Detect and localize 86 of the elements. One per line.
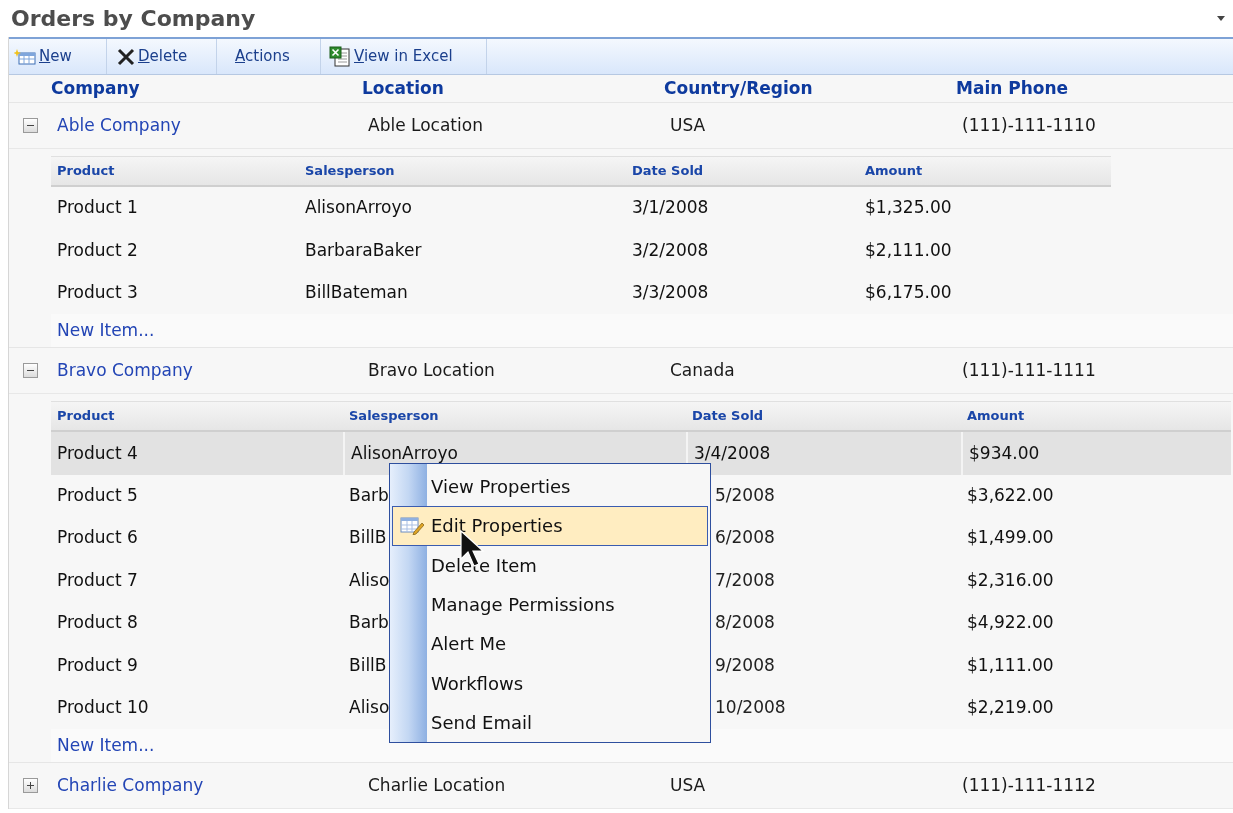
menu-item[interactable]: Workflows	[392, 663, 708, 703]
menu-item[interactable]: Edit Properties	[392, 506, 708, 546]
company-link[interactable]: Able Company	[51, 112, 362, 139]
table-cell-text: 9/2008	[715, 653, 775, 677]
menu-item[interactable]: Send Email	[392, 702, 708, 742]
table-cell-text: Product 1	[57, 196, 138, 220]
table-cell-text: Aliso	[349, 568, 390, 592]
table-cell-text: Bravo Location	[367, 358, 496, 382]
table-cell-text: 3/2/2008	[632, 238, 709, 262]
toolbar-button[interactable]: View in Excel	[329, 45, 453, 68]
table-cell-text: $4,922.00	[967, 611, 1054, 635]
new-item-icon	[14, 48, 36, 65]
table-cell-text: Canada	[669, 358, 736, 382]
new-item-link[interactable]: New Item...	[51, 732, 155, 759]
column-header[interactable]: Date Sold	[686, 406, 961, 426]
table-cell-text: 7/2008	[715, 568, 775, 592]
menu-item[interactable]: Alert Me	[392, 624, 708, 664]
table-cell-text: Product 4	[57, 441, 138, 465]
edit-form-icon	[400, 516, 424, 535]
table-row[interactable]: Product 4 AlisonArroyo 3/4/2008 $934.00	[51, 432, 1231, 475]
table-cell-text: BillB	[349, 653, 387, 677]
dropdown-caret-icon[interactable]	[1217, 16, 1225, 21]
column-header[interactable]: Salesperson	[343, 406, 686, 426]
table-cell-text: $2,111.00	[865, 238, 952, 262]
table-cell-text: Charlie Location	[367, 773, 507, 797]
spreadsheet-icon	[329, 45, 351, 68]
toolbar-button[interactable]: Delete	[117, 45, 188, 68]
table-cell-text: 10/2008	[715, 695, 786, 719]
menu-item[interactable]: Manage Permissions	[392, 584, 708, 625]
table-cell-text: $1,111.00	[967, 653, 1054, 677]
list-title: Orders by Company	[11, 5, 256, 33]
table-cell-text: BillB	[349, 526, 387, 550]
menu-item[interactable]: Delete Item	[392, 545, 708, 585]
toolbar-button[interactable]: Actions	[235, 45, 290, 68]
new-item-link[interactable]: New Item...	[51, 317, 155, 344]
table-cell-text: $934.00	[969, 441, 1040, 465]
toolbar-button[interactable]: New	[14, 45, 72, 68]
column-header[interactable]: Product	[51, 161, 299, 181]
table-cell-text: 6/2008	[715, 526, 775, 550]
company-link[interactable]: Bravo Company	[51, 357, 362, 384]
table-cell-text: $1,499.00	[967, 526, 1054, 550]
table-cell-text: Product 8	[57, 611, 138, 635]
column-header[interactable]: Location	[362, 75, 664, 102]
table-cell-text: Barb	[349, 611, 389, 635]
table-cell-text: Product 7	[57, 568, 138, 592]
table-cell-text: $6,175.00	[865, 281, 952, 305]
table-cell-text: BillBateman	[305, 281, 408, 305]
table-cell-text: Product 5	[57, 484, 138, 507]
table-cell-text: Able Location	[367, 113, 484, 137]
table-cell-text: $3,622.00	[967, 484, 1054, 507]
expand-icon[interactable]	[22, 777, 38, 793]
table-cell-text: USA	[669, 773, 707, 797]
table-cell-text: Product 9	[57, 653, 138, 677]
table-cell-text: 5/2008	[715, 484, 775, 507]
table-cell-text: 8/2008	[715, 611, 775, 635]
table-cell-text: Product 10	[57, 695, 149, 719]
column-header[interactable]: Date Sold	[626, 161, 859, 181]
table-cell-text: (111)-111-1111	[961, 358, 1097, 382]
table-cell-text: Product 2	[57, 238, 138, 262]
table-cell-text: (111)-111-1110	[961, 113, 1097, 137]
company-link[interactable]: Charlie Company	[51, 772, 362, 799]
table-cell-text: Aliso	[349, 695, 390, 719]
table-cell-text: 3/1/2008	[632, 196, 709, 220]
table-cell-text: Product 6	[57, 526, 138, 550]
table-cell-text: (111)-111-1112	[961, 773, 1097, 797]
table-cell-text: $2,219.00	[967, 695, 1054, 719]
column-header[interactable]: Amount	[859, 161, 1111, 181]
column-header[interactable]: Company	[51, 75, 362, 102]
column-header[interactable]: Amount	[961, 406, 1231, 426]
column-header[interactable]: Country/Region	[664, 75, 956, 102]
column-header[interactable]: Salesperson	[299, 161, 626, 181]
table-cell-text: AlisonArroyo	[305, 196, 412, 220]
table-cell-text: AlisonArroyo	[351, 441, 458, 465]
table-cell-text: USA	[669, 113, 707, 137]
table-cell-text: $1,325.00	[865, 196, 952, 220]
table-cell-text: Barb	[349, 484, 389, 507]
column-header[interactable]: Main Phone	[956, 75, 1233, 102]
column-header[interactable]: Product	[51, 406, 343, 426]
delete-x-icon	[117, 47, 135, 66]
collapse-icon[interactable]	[22, 118, 38, 133]
table-cell-text: 3/3/2008	[632, 281, 709, 305]
table-cell-text: Product 3	[57, 281, 138, 305]
collapse-icon[interactable]	[22, 363, 38, 379]
table-cell-text: 3/4/2008	[694, 441, 771, 465]
table-cell-text: $2,316.00	[967, 568, 1054, 592]
table-cell-text: BarbaraBaker	[305, 238, 422, 262]
